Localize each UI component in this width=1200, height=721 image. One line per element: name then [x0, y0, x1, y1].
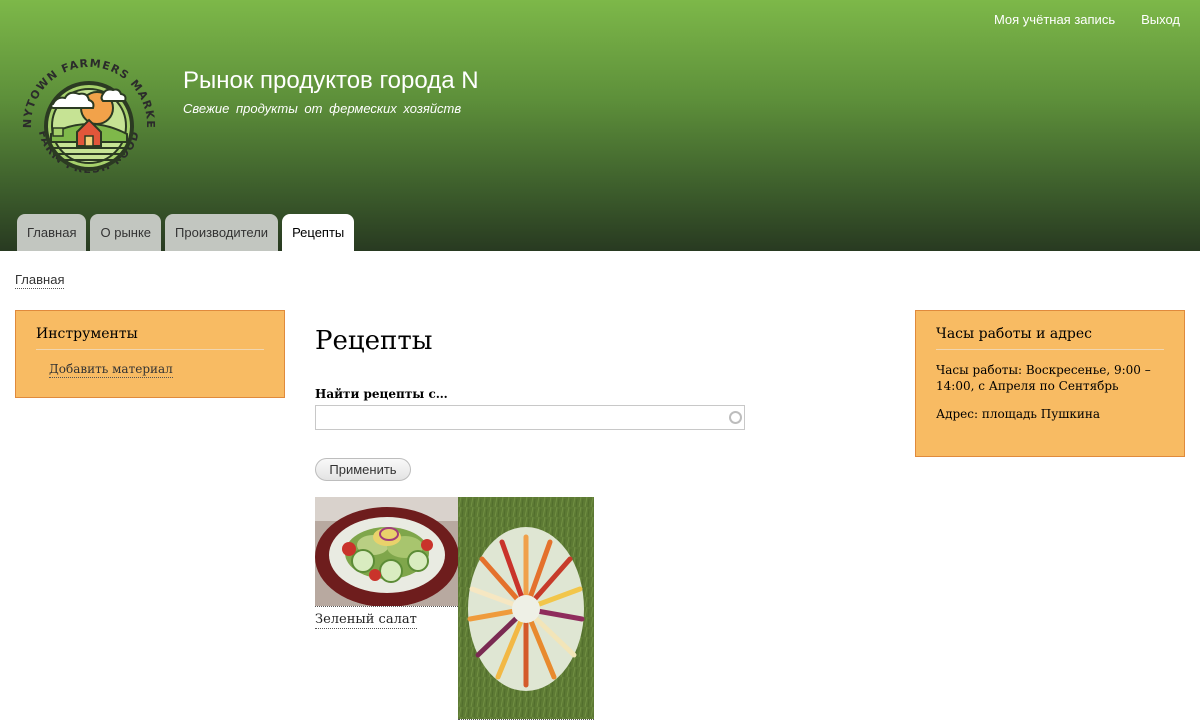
secondary-menu: Моя учётная запись Выход	[994, 12, 1180, 28]
hours-block-title: Часы работы и адрес	[936, 325, 1164, 350]
main-menu: Главная О рынке Производители Рецепты	[17, 214, 355, 251]
hours-address-block: Часы работы и адрес Часы работы: Воскрес…	[915, 310, 1185, 457]
carrots-photo	[458, 497, 594, 719]
recipe-image-link[interactable]	[315, 497, 458, 607]
autocomplete-throbber-icon	[729, 411, 742, 424]
logout-link[interactable]: Выход	[1141, 12, 1180, 28]
farmers-market-logo-icon: ANYTOWN FARMERS MARKET FARM FRESH FOOD	[12, 40, 156, 176]
site-name[interactable]: Рынок продуктов города N	[183, 66, 479, 96]
tab-producers[interactable]: Производители	[165, 214, 279, 251]
tools-block: Инструменты Добавить материал	[15, 310, 285, 398]
my-account-link[interactable]: Моя учётная запись	[994, 12, 1115, 28]
recipe-title-link[interactable]: Зеленый салат	[315, 612, 417, 629]
site-header: Моя учётная запись Выход ANYTOWN FARMERS…	[0, 0, 1200, 251]
tab-about[interactable]: О рынке	[90, 214, 162, 251]
opening-hours-text: Часы работы: Воскресенье, 9:00 – 14:00, …	[936, 363, 1151, 393]
salad-photo	[315, 497, 458, 606]
site-slogan: Свежие продукты от фермеских хозяйств	[183, 101, 462, 116]
recipe-card: Зеленый салат	[315, 497, 458, 629]
apply-button[interactable]: Применить	[315, 458, 411, 481]
breadcrumb-home[interactable]: Главная	[15, 272, 65, 289]
tab-recipes[interactable]: Рецепты	[282, 214, 355, 251]
search-label: Найти рецепты с…	[315, 387, 448, 401]
recipe-image-link[interactable]	[458, 497, 594, 720]
tab-home[interactable]: Главная	[17, 214, 87, 251]
page-title: Рецепты	[315, 326, 433, 356]
tools-block-title: Инструменты	[36, 325, 264, 350]
recipe-search-input[interactable]	[315, 405, 745, 430]
add-content-link[interactable]: Добавить материал	[49, 362, 173, 378]
site-logo[interactable]: ANYTOWN FARMERS MARKET FARM FRESH FOOD	[12, 40, 162, 200]
recipe-card	[458, 497, 594, 720]
address-text: Адрес: площадь Пушкина	[936, 407, 1101, 421]
